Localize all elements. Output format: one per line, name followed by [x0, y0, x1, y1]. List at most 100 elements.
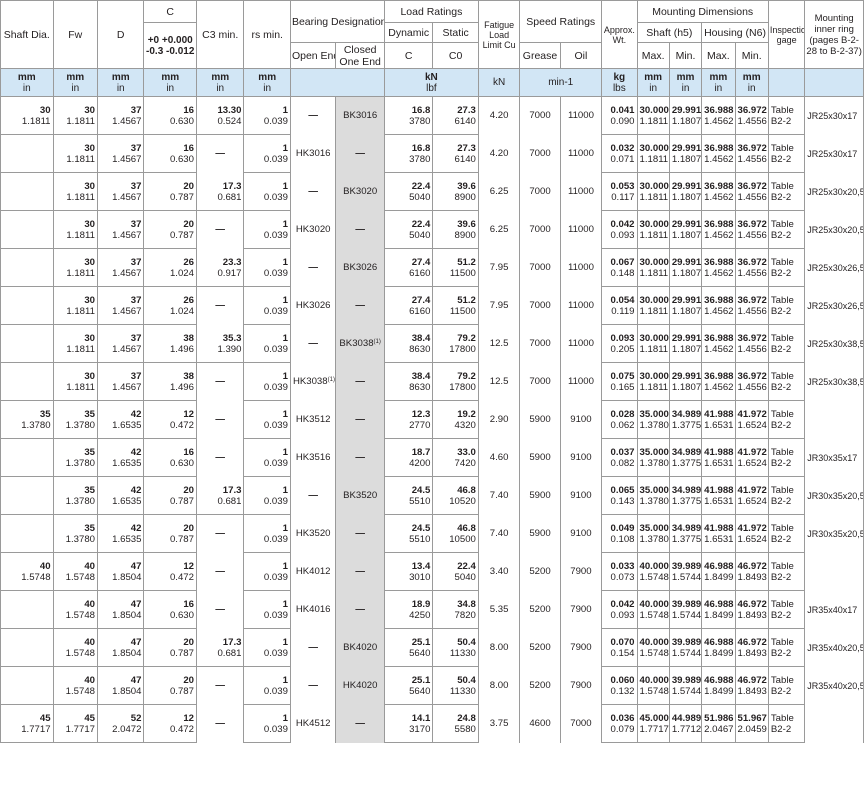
c3-in: 0.681 — [195, 647, 245, 667]
closed-code: BK3016 — [343, 110, 378, 122]
hmax-mm: 46.988 — [701, 628, 736, 648]
table-row-lower: 1.3780 1.6535 0.787 0.039 5510 10500 0.108 1.37… — [0, 533, 864, 553]
hmax-mm: 36.988 — [701, 96, 736, 116]
dyn-lbf: 3780 — [383, 153, 434, 173]
unit-kn-lbf: kN lbf — [383, 68, 479, 97]
fatigue-cu: 6.25 — [477, 210, 521, 249]
fw-mm: 35 — [52, 400, 98, 420]
inner-ring: JR35x40x17 — [804, 590, 864, 629]
smin-mm: 39.989 — [668, 666, 703, 686]
rs-mm: 1 — [243, 704, 291, 724]
wt-lbs: 0.148 — [601, 267, 638, 287]
c3-cell: — — [195, 286, 245, 325]
open-code: HK3516 — [295, 452, 331, 463]
inner-ring: JR30x35x17 — [804, 438, 864, 477]
shaft-in — [0, 647, 54, 667]
open-designation: HK4016 — [289, 590, 337, 629]
smax-mm: 40.000 — [636, 666, 670, 686]
unit-mm-in: mm in — [52, 68, 98, 97]
grease-speed: 5200 — [519, 628, 561, 667]
smin-mm: 39.989 — [668, 552, 703, 572]
wt-lbs: 0.117 — [601, 191, 638, 211]
wt-kg: 0.065 — [601, 476, 638, 496]
hmax-mm: 51.986 — [701, 704, 736, 724]
wt-lbs: 0.073 — [601, 571, 638, 591]
dyn-kn: 14.1 — [383, 704, 434, 724]
open-code: HK3020 — [295, 224, 331, 235]
stat-kn: 39.6 — [432, 210, 479, 230]
c3-in: 0.524 — [195, 115, 245, 135]
shaft-in — [0, 685, 54, 705]
open-code: HK3512 — [295, 414, 331, 425]
inner-ring — [804, 704, 864, 743]
wt-lbs: 0.090 — [601, 115, 638, 135]
dyn-lbf: 6160 — [383, 267, 434, 287]
c-in: 0.630 — [143, 609, 197, 629]
closed-code: BK3520 — [343, 490, 378, 501]
smin-mm: 29.991 — [668, 324, 703, 344]
wt-kg: 0.033 — [601, 552, 638, 572]
smin-mm: 34.989 — [668, 514, 703, 534]
oil-speed: 9100 — [559, 438, 603, 477]
gage-ref: B2-2 — [767, 723, 806, 743]
dyn-kn: 18.9 — [383, 590, 434, 610]
table-row: 30 37 38—1 HK3038(1) —38.4 79.2 12.5 7000 11000 0… — [0, 362, 864, 401]
smax-mm: 30.000 — [636, 324, 670, 344]
col-housing-n6: Housing (N6) — [701, 22, 769, 43]
col-closed-one-end: Closed One End — [335, 42, 385, 69]
unit-mm-in: mm in — [668, 68, 703, 97]
fw-in: 1.1811 — [52, 115, 98, 135]
wt-lbs: 0.093 — [601, 229, 638, 249]
rs-mm: 1 — [243, 248, 291, 268]
table-row: 35 42 20 17.3 1— BK3520 24.5 46.8 7.40 5900 9100 0.… — [0, 476, 864, 515]
rs-in: 0.039 — [243, 647, 291, 667]
dyn-kn: 18.7 — [383, 438, 434, 458]
shaft-mm — [0, 210, 54, 230]
stat-lbf: 11500 — [432, 305, 479, 325]
grease-speed: 5900 — [519, 400, 561, 439]
col-shaft-min: Min. — [668, 42, 703, 69]
dyn-lbf: 5640 — [383, 647, 434, 667]
c3-mm: 17.3 — [195, 172, 245, 192]
wt-lbs: 0.062 — [601, 419, 638, 439]
fatigue-cu: 3.75 — [477, 704, 521, 743]
dyn-kn: 27.4 — [383, 286, 434, 306]
closed-designation: — — [335, 210, 385, 249]
d-in: 1.4567 — [96, 343, 145, 363]
closed-code: — — [355, 528, 365, 539]
gage-table: Table — [767, 514, 806, 534]
stat-lbf: 17800 — [432, 381, 479, 401]
gage-table: Table — [767, 362, 806, 382]
c-mm: 12 — [143, 552, 197, 572]
table-row: 30 37 26 23.3 1— BK3026 27.4 51.2 7.95 7000 11000 0… — [0, 248, 864, 287]
wt-lbs: 0.119 — [601, 305, 638, 325]
stat-lbf: 8900 — [432, 191, 479, 211]
closed-code: — — [355, 718, 365, 729]
closed-designation: — — [335, 400, 385, 439]
gage-table: Table — [767, 248, 806, 268]
wt-kg: 0.075 — [601, 362, 638, 382]
gage-table: Table — [767, 286, 806, 306]
hmin-mm: 36.972 — [734, 96, 769, 116]
smin-in: 1.7712 — [668, 723, 703, 743]
gage-table: Table — [767, 134, 806, 154]
closed-code: — — [355, 376, 365, 387]
fw-in: 1.3780 — [52, 533, 98, 553]
rs-mm: 1 — [243, 552, 291, 572]
c-mm: 26 — [143, 286, 197, 306]
shaft-mm — [0, 628, 54, 648]
c-mm: 20 — [143, 514, 197, 534]
wt-lbs: 0.079 — [601, 723, 638, 743]
col-approx-wt: Approx. Wt. — [601, 0, 638, 69]
col-shaft-max: Max. — [636, 42, 670, 69]
smax-mm: 30.000 — [636, 286, 670, 306]
smax-in: 1.3780 — [636, 419, 670, 439]
d-mm: 47 — [96, 628, 145, 648]
rs-in: 0.039 — [243, 267, 291, 287]
table-row-lower: 1.1811 1.1811 1.4567 0.630 0.524 0.039 3780 614… — [0, 115, 864, 135]
fw-mm: 30 — [52, 96, 98, 116]
wt-lbs: 0.165 — [601, 381, 638, 401]
fw-in: 1.1811 — [52, 381, 98, 401]
hmax-mm: 36.988 — [701, 210, 736, 230]
unit-mm-in: mm in — [636, 68, 670, 97]
